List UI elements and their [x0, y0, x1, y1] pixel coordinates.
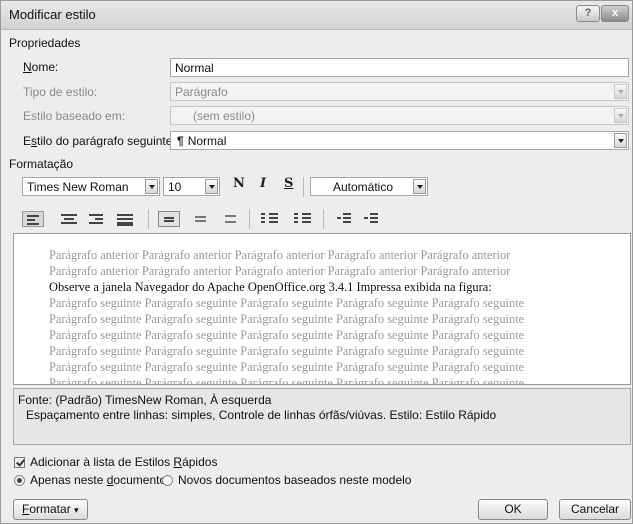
font-color-value: Automático — [332, 180, 394, 194]
ok-button[interactable]: OK — [478, 499, 548, 520]
properties-section-label: Propriedades — [9, 36, 81, 50]
font-value: Times New Roman — [27, 180, 129, 194]
preview-previous-line: Parágrafo anterior Parágrafo anterior Pa… — [49, 248, 511, 262]
chevron-down-icon — [413, 179, 426, 194]
next-style-value: Normal — [187, 134, 227, 148]
justify-icon[interactable] — [115, 211, 135, 227]
cancel-button[interactable]: Cancelar — [559, 499, 631, 520]
based-on-label: Estilo baseado em: — [23, 109, 126, 123]
paragraph-mark-icon: ¶ — [177, 134, 184, 148]
close-button[interactable]: x — [601, 5, 629, 22]
based-on-value: (sem estilo) — [193, 109, 256, 123]
based-on-select[interactable]: (sem estilo) — [170, 106, 629, 125]
style-type-label: Tipo de estilo: — [23, 85, 98, 99]
preview-next-line: Parágrafo seguinte Parágrafo seguinte Pa… — [49, 376, 525, 385]
next-style-select[interactable]: ¶ Normal — [170, 131, 629, 150]
style-preview: Parágrafo anterior Parágrafo anterior Pa… — [13, 233, 631, 385]
underline-button[interactable]: S — [284, 176, 293, 191]
chevron-down-icon — [614, 108, 627, 123]
add-quick-styles-checkbox[interactable] — [14, 457, 25, 468]
window-title: Modificar estilo — [9, 7, 96, 22]
space-before-icon[interactable] — [258, 211, 280, 227]
only-this-doc-radio[interactable] — [14, 475, 25, 486]
chevron-down-icon — [614, 133, 627, 148]
name-input[interactable]: Normal — [170, 58, 629, 77]
only-this-doc-label: Apenas neste documento — [30, 473, 167, 487]
preview-next-line: Parágrafo seguinte Parágrafo seguinte Pa… — [49, 344, 525, 358]
new-docs-label: Novos documentos baseados neste modelo — [178, 473, 412, 487]
align-left-icon[interactable] — [22, 211, 44, 227]
increase-indent-icon[interactable] — [361, 211, 381, 227]
preview-next-line: Parágrafo seguinte Parágrafo seguinte Pa… — [49, 296, 525, 310]
formatting-section-label: Formatação — [9, 157, 74, 171]
close-icon: x — [611, 7, 619, 19]
add-quick-styles-label: Adicionar à lista de Estilos Rápidos — [30, 455, 218, 469]
preview-next-line: Parágrafo seguinte Parágrafo seguinte Pa… — [49, 328, 525, 342]
modify-style-dialog: Modificar estilo ? x Propriedades Nome: … — [0, 0, 633, 524]
format-button[interactable]: Formatar ▾ — [13, 499, 88, 520]
font-size-value: 10 — [168, 180, 182, 194]
title-bar: Modificar estilo ? x — [1, 1, 632, 30]
toolbar-divider — [323, 209, 324, 229]
chevron-down-icon — [205, 179, 218, 194]
description-line-2: Espaçamento entre linhas: simples, Contr… — [26, 408, 497, 422]
next-style-label: Estilo do parágrafo seguinte: — [23, 134, 176, 148]
double-spacing-icon[interactable] — [221, 211, 241, 227]
name-label: Nome: — [23, 60, 59, 74]
one-half-spacing-icon[interactable] — [191, 211, 211, 227]
style-type-select[interactable]: Parágrafo — [170, 82, 629, 101]
help-icon: ? — [584, 7, 592, 19]
preview-next-line: Parágrafo seguinte Parágrafo seguinte Pa… — [49, 312, 525, 326]
toolbar-divider — [303, 177, 304, 197]
toolbar-divider — [249, 209, 250, 229]
font-color-select[interactable]: Automático — [310, 177, 428, 196]
new-docs-radio[interactable] — [162, 475, 173, 486]
preview-current-line: Observe a janela Navegador do Apache Ope… — [49, 280, 492, 294]
font-size-select[interactable]: 10 — [163, 177, 220, 196]
align-right-icon[interactable] — [87, 211, 107, 227]
single-spacing-icon[interactable] — [158, 211, 180, 227]
preview-previous-line: Parágrafo anterior Parágrafo anterior Pa… — [49, 264, 511, 278]
chevron-down-icon: ▾ — [74, 505, 79, 515]
align-center-icon[interactable] — [59, 211, 79, 227]
help-button[interactable]: ? — [576, 5, 600, 22]
font-select[interactable]: Times New Roman — [22, 177, 160, 196]
style-description: Fonte: (Padrão) TimesNew Roman, À esquer… — [13, 388, 631, 445]
style-type-value: Parágrafo — [175, 85, 228, 99]
space-after-icon[interactable] — [291, 211, 313, 227]
chevron-down-icon — [614, 84, 627, 99]
bold-button[interactable]: N — [233, 176, 245, 191]
italic-button[interactable]: I — [260, 176, 266, 191]
decrease-indent-icon[interactable] — [334, 211, 354, 227]
preview-next-line: Parágrafo seguinte Parágrafo seguinte Pa… — [49, 360, 525, 374]
toolbar-divider — [148, 209, 149, 229]
description-line-1: Fonte: (Padrão) TimesNew Roman, À esquer… — [18, 393, 272, 407]
chevron-down-icon — [145, 179, 158, 194]
